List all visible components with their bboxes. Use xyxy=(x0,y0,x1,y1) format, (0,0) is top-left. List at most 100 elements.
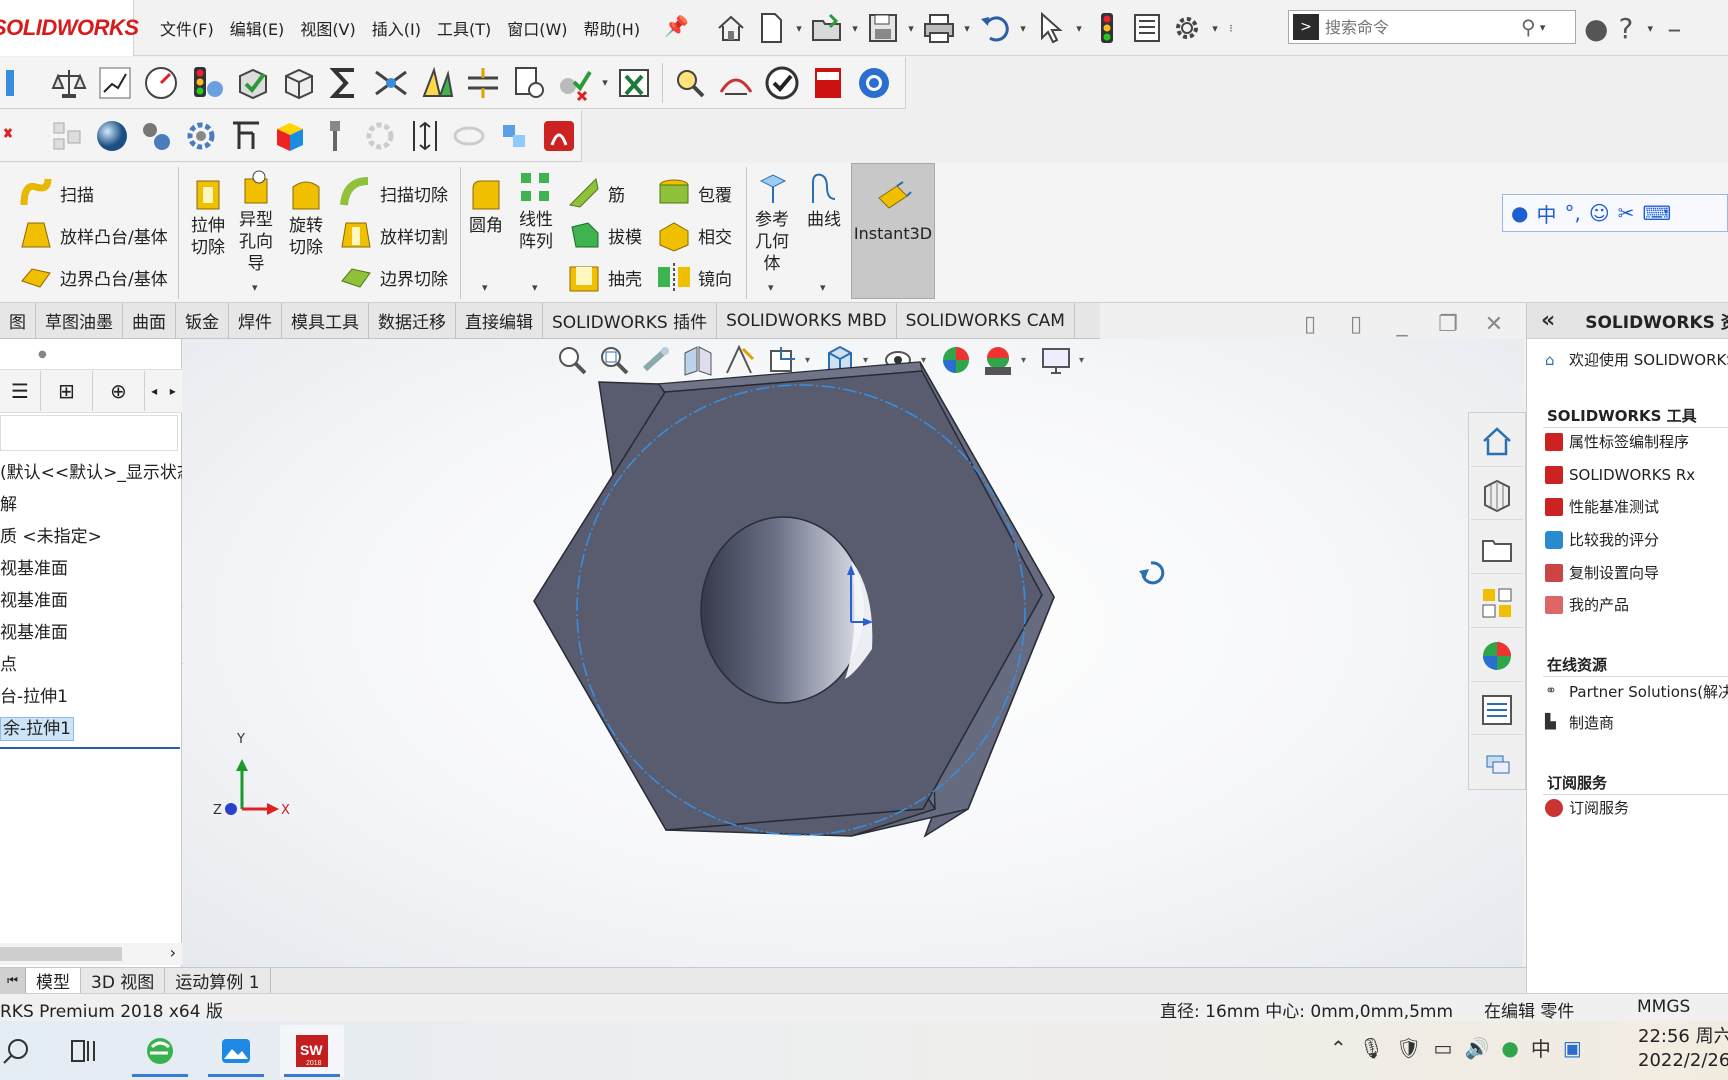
checkmark-circle-icon[interactable] xyxy=(759,60,805,106)
resources-home-icon[interactable] xyxy=(1471,417,1523,467)
probe-icon[interactable] xyxy=(313,113,358,159)
save-icon[interactable] xyxy=(864,8,902,48)
evaluate-icon[interactable] xyxy=(0,60,46,106)
welcome-link[interactable]: ⌂ 欢迎使用 SOLIDWORKS xyxy=(1545,349,1728,370)
tree-item-top-plane[interactable]: 视基准面 xyxy=(0,585,182,617)
search-icon[interactable]: ⚲ xyxy=(1521,15,1536,39)
menu-edit[interactable]: 编辑(E) xyxy=(222,16,293,40)
microphone-icon[interactable]: 🎙 xyxy=(1359,1036,1384,1060)
driveworks-icon[interactable] xyxy=(805,60,851,106)
chevron-down-icon[interactable]: ▾ xyxy=(792,22,806,35)
excel-icon[interactable] xyxy=(612,60,658,106)
minimize-doc-icon[interactable]: _ xyxy=(1388,312,1416,337)
disabled-gear-icon[interactable] xyxy=(358,113,403,159)
tab-cam[interactable]: SOLIDWORKS CAM xyxy=(897,303,1075,338)
dimension-icon[interactable] xyxy=(402,113,447,159)
shell-button[interactable]: 抽壳 xyxy=(566,259,642,295)
ime-punctuation-icon[interactable]: °, xyxy=(1564,201,1580,225)
chevron-down-icon[interactable]: ▾ xyxy=(532,281,538,294)
tab-3d-view[interactable]: 3D 视图 xyxy=(81,968,166,993)
feature-tree-tab-icon[interactable]: ☰ xyxy=(0,371,41,411)
hole-wizard-button[interactable]: 异型孔向导 xyxy=(236,169,276,275)
menu-view[interactable]: 视图(V) xyxy=(292,16,363,40)
collapse-dot-icon[interactable]: ● xyxy=(38,349,47,360)
chevron-down-icon[interactable]: ▾ xyxy=(1016,22,1030,35)
configuration-manager-tab-icon[interactable]: ⊕ xyxy=(93,371,145,411)
search-input[interactable] xyxy=(1325,17,1515,37)
mirror-button[interactable]: 镜向 xyxy=(656,259,732,295)
ime-emoji-icon[interactable]: ☺ xyxy=(1589,201,1610,225)
tab-motion-study[interactable]: 运动算例 1 xyxy=(165,968,271,993)
ime-scissors-icon[interactable]: ✂ xyxy=(1618,201,1635,225)
custom-properties-icon[interactable] xyxy=(1471,686,1523,736)
fillet-button[interactable]: 圆角 xyxy=(466,175,506,237)
tree-item-origin[interactable]: 点 xyxy=(0,649,182,681)
check-traffic-light-icon[interactable] xyxy=(184,60,230,106)
property-manager-tab-icon[interactable]: ⊞ xyxy=(41,371,93,411)
system-clock[interactable]: 22:56 周六 2022/2/26 xyxy=(1638,1025,1728,1073)
new-document-icon[interactable] xyxy=(752,8,790,48)
sweep-button[interactable]: 扫描 xyxy=(18,175,94,211)
tile-left-icon[interactable]: ▯ xyxy=(1296,312,1324,337)
task-view-icon[interactable] xyxy=(52,1025,116,1077)
solidworks-rx-link[interactable]: SOLIDWORKS Rx xyxy=(1545,466,1695,484)
tile-right-icon[interactable]: ▯ xyxy=(1342,312,1370,337)
tab-scroll-right-icon[interactable]: ▸ xyxy=(163,371,182,411)
hex-nut-model[interactable]: Y X Z xyxy=(183,339,1523,967)
photos-icon[interactable] xyxy=(204,1025,268,1077)
chevron-down-icon[interactable]: ▾ xyxy=(1643,22,1657,35)
select-arrow-icon[interactable] xyxy=(1032,8,1070,48)
grid-icon[interactable] xyxy=(45,113,90,159)
mass-properties-icon[interactable] xyxy=(46,60,92,106)
reference-geometry-button[interactable]: 参考几何体 xyxy=(752,169,792,275)
shield-icon[interactable]: 🛡 xyxy=(1396,1036,1421,1060)
tab-surfaces[interactable]: 曲面 xyxy=(123,303,176,338)
view-palette-icon[interactable] xyxy=(1471,578,1523,628)
ime-keyboard-icon[interactable]: ⌨ xyxy=(1642,201,1671,225)
color-cube-icon[interactable] xyxy=(268,113,313,159)
menu-window[interactable]: 窗口(W) xyxy=(499,16,575,40)
subscription-link[interactable]: 订阅服务 xyxy=(1545,797,1629,818)
menu-file[interactable]: 文件(F) xyxy=(152,16,222,40)
intersect-button[interactable]: 相交 xyxy=(656,217,732,253)
boundary-boss-button[interactable]: 边界凸台/基体 xyxy=(18,259,168,295)
tree-item-annotations[interactable]: 解 xyxy=(0,489,182,521)
tab-view[interactable]: 图 xyxy=(0,303,36,338)
tab-data-migration[interactable]: 数据迁移 xyxy=(369,303,456,338)
solidworks-taskbar-icon[interactable]: SW 2018 xyxy=(280,1025,344,1077)
restore-doc-icon[interactable]: ❐ xyxy=(1434,312,1462,337)
appearances-icon[interactable] xyxy=(1471,632,1523,682)
simulation-icon[interactable] xyxy=(536,113,581,159)
performance-gauge-icon[interactable] xyxy=(138,60,184,106)
check-part-icon[interactable] xyxy=(230,60,276,106)
notification-icon[interactable]: ▣ xyxy=(1563,1036,1582,1060)
document-check-icon[interactable] xyxy=(506,60,552,106)
tree-item-display-state[interactable]: (默认<<默认>_显示状态 xyxy=(0,457,182,489)
tab-sketch-ink[interactable]: 草图油墨 xyxy=(36,303,123,338)
tree-item-material[interactable]: 质 <未指定> xyxy=(0,521,182,553)
curves-button[interactable]: 曲线 xyxy=(804,169,844,231)
menu-tools[interactable]: 工具(T) xyxy=(429,16,499,40)
sum-icon[interactable] xyxy=(322,60,368,106)
surface-icon[interactable] xyxy=(713,60,759,106)
part-box-icon[interactable] xyxy=(276,60,322,106)
tree-item-front-plane[interactable]: 视基准面 xyxy=(0,553,182,585)
disabled-eye-icon[interactable] xyxy=(447,113,492,159)
tab-mbd[interactable]: SOLIDWORKS MBD xyxy=(717,303,897,338)
compare-score-link[interactable]: 比较我的评分 xyxy=(1545,529,1659,550)
partner-solutions-link[interactable]: ⚭Partner Solutions(解决方案) xyxy=(1545,681,1728,702)
linear-pattern-button[interactable]: 线性阵列 xyxy=(516,169,556,253)
scrollbar-thumb[interactable] xyxy=(0,947,122,961)
ime-chinese-icon[interactable]: 中 xyxy=(1536,199,1556,228)
boundary-cut-button[interactable]: 边界切除 xyxy=(338,259,448,295)
refresh-parts-icon[interactable] xyxy=(492,113,537,159)
chevron-down-icon[interactable]: ▾ xyxy=(482,281,488,294)
instant3d-button[interactable]: Instant3D xyxy=(851,163,935,299)
chevron-down-icon[interactable]: ▾ xyxy=(1072,22,1086,35)
ime-tray-icon[interactable]: ● xyxy=(1501,1036,1518,1060)
units-selector[interactable]: MMGS xyxy=(1637,997,1690,1017)
wrap-button[interactable]: 包覆 xyxy=(656,175,732,211)
chevron-down-icon[interactable]: ▾ xyxy=(960,22,974,35)
graphics-area[interactable]: ▾ ▾ ▾ ▾ ▾ Y X Z xyxy=(183,339,1523,967)
revolved-cut-button[interactable]: 旋转切除 xyxy=(286,175,326,259)
